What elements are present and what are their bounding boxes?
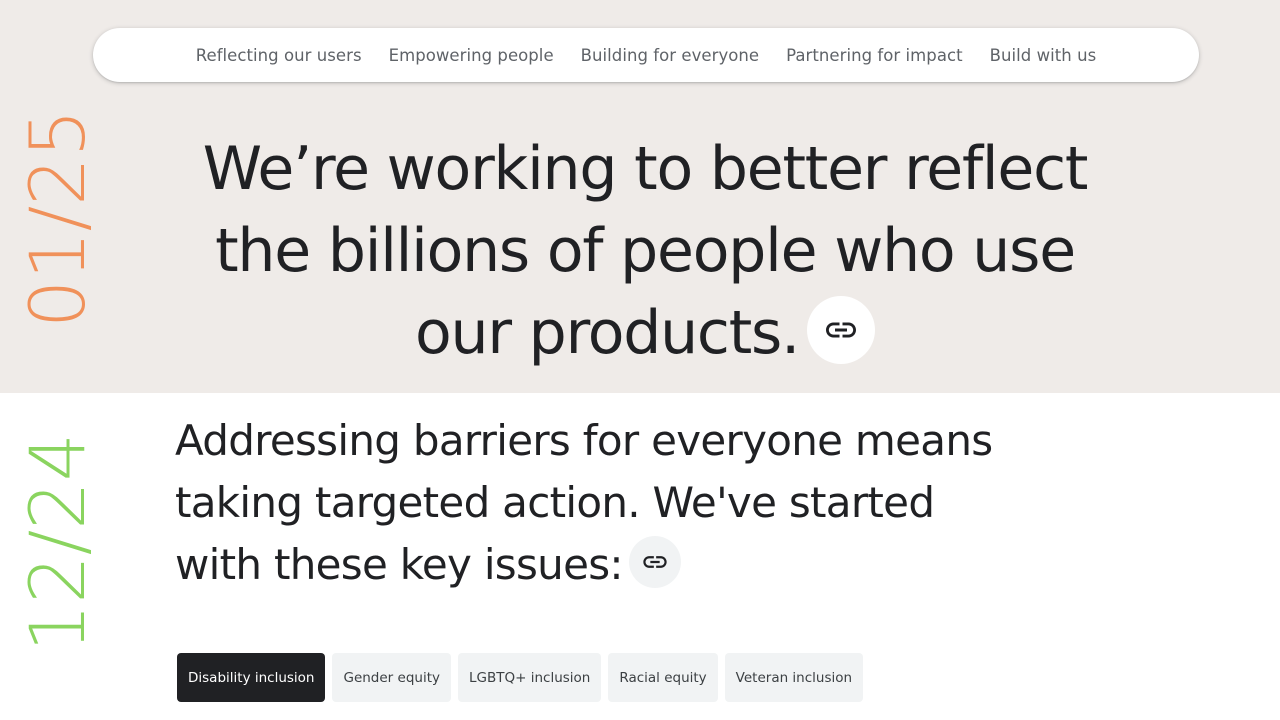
- date-label-bottom: 12/24: [13, 432, 102, 652]
- nav-item-partnering-for-impact[interactable]: Partnering for impact: [786, 46, 963, 65]
- issues-line-3-wrap: with these key issues:: [175, 534, 1175, 596]
- chip-gender-equity[interactable]: Gender equity: [332, 653, 451, 702]
- nav-item-building-for-everyone[interactable]: Building for everyone: [581, 46, 759, 65]
- hero-line-2: the billions of people who use: [215, 216, 1076, 286]
- issues-line-1: Addressing barriers for everyone means: [175, 416, 993, 465]
- chip-lgbtq-inclusion[interactable]: LGBTQ+ inclusion: [458, 653, 602, 702]
- hero-headline: We’re working to better reflect the bill…: [160, 128, 1130, 374]
- chip-racial-equity[interactable]: Racial equity: [608, 653, 718, 702]
- chip-disability-inclusion[interactable]: Disability inclusion: [177, 653, 326, 702]
- top-navigation: Reflecting our users Empowering people B…: [93, 28, 1199, 82]
- date-label-top: 01/25: [13, 108, 102, 328]
- issue-filter-chips: Disability inclusion Gender equity LGBTQ…: [177, 653, 864, 702]
- link-icon: [643, 555, 667, 568]
- issues-copy-link-button[interactable]: [628, 535, 681, 588]
- nav-item-empowering-people[interactable]: Empowering people: [389, 46, 554, 65]
- hero-line-3-wrap: our products.: [160, 292, 1130, 374]
- issues-line-2: taking targeted action. We've started: [175, 478, 935, 527]
- nav-item-reflecting-our-users[interactable]: Reflecting our users: [196, 46, 362, 65]
- hero-line-1: We’re working to better reflect: [202, 134, 1089, 204]
- issues-line-3: with these key issues:: [175, 540, 624, 589]
- link-icon: [825, 322, 856, 338]
- chip-veteran-inclusion[interactable]: Veteran inclusion: [724, 653, 864, 702]
- hero-copy-link-button[interactable]: [806, 296, 875, 365]
- issues-heading: Addressing barriers for everyone means t…: [175, 410, 1175, 596]
- nav-item-build-with-us[interactable]: Build with us: [990, 46, 1097, 65]
- hero-line-3: our products.: [415, 298, 800, 368]
